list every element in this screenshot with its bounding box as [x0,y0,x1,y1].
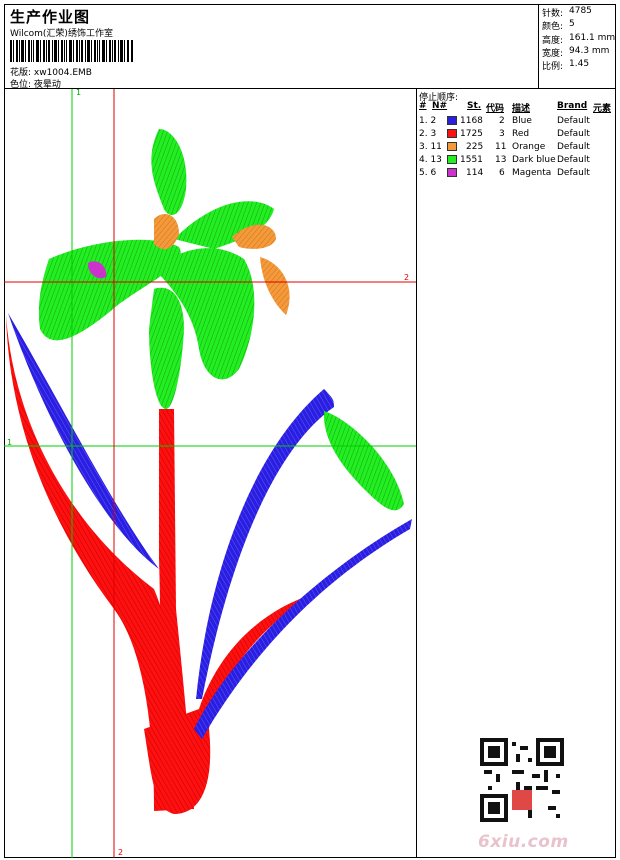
embroidery-preview: 1 1 2 2 [4,89,416,858]
row-code: 2 [499,116,505,126]
row-code: 11 [495,142,507,152]
table-row: 1. 2 1168 2 Blue Default [417,116,615,129]
row-code: 3 [499,129,505,139]
row-index: 5. 6 [419,168,437,178]
color-swatch [447,142,457,151]
color-swatch [447,168,457,177]
col-header-brand: Brand [557,101,588,111]
stat-label: 比例: [542,62,564,72]
studio-name: Wilcom(汇荣)绣饰工作室 [10,29,113,39]
color-swatch [447,155,457,164]
stat-label: 高度: [542,36,564,46]
row-stitches: 225 [466,142,484,152]
watermark: 6xiu.com [478,832,569,852]
petal-orange-3 [260,257,290,315]
stem-top-green [149,287,184,409]
qr-code [480,738,564,822]
row-index: 2. 3 [419,129,437,139]
row-index: 3. 11 [419,142,442,152]
table-row: 2. 3 1725 3 Red Default [417,129,615,142]
row-brand: Default [557,116,590,126]
guide-label-h2: 2 [404,273,409,282]
row-desc: Dark blue [512,155,556,165]
table-row: 3. 11 225 11 Orange Default [417,142,615,155]
guide-label-v2: 2 [118,848,123,857]
row-brand: Default [557,129,590,139]
row-stitches: 114 [466,168,484,178]
guide-label-h1: 1 [7,438,12,447]
row-desc: Red [512,129,530,139]
page-title: 生产作业图 [10,8,91,26]
stat-label: 颜色: [542,22,564,32]
row-index: 4. 13 [419,155,442,165]
bud-green [323,411,404,511]
header-block: 生产作业图 Wilcom(汇荣)绣饰工作室 花版: xw1004.EMB 色位:… [4,4,539,90]
row-code: 13 [495,155,507,165]
stat-width: 94.3 mm [569,46,610,56]
stat-scale: 1.45 [569,59,590,69]
row-stitches: 1725 [460,129,483,139]
row-desc: Magenta [512,168,552,178]
row-index: 1. 2 [419,116,437,126]
row-stitches: 1551 [460,155,483,165]
row-desc: Blue [512,116,532,126]
row-desc: Orange [512,142,546,152]
col-header-stitches: St. [467,101,482,111]
color-swatch [447,116,457,125]
stats-block: 针数: 4785 颜色: 5 高度: 161.1 mm 宽度: 94.3 mm … [539,4,616,89]
col-header-element: 元素 [593,104,612,114]
row-brand: Default [557,142,590,152]
stat-height: 161.1 mm [569,33,616,43]
petal-orange-1 [154,214,179,250]
stat-label: 宽度: [542,49,564,59]
col-header-desc: 描述 [512,104,531,114]
petal-top-green [151,129,187,215]
row-brand: Default [557,155,590,165]
leaf-right-blue [196,389,334,699]
stat-colors: 5 [569,19,575,29]
stat-stitches: 4785 [569,6,592,16]
col-header-index: # [419,101,427,111]
guide-label-v1: 1 [76,89,81,97]
row-stitches: 1168 [460,116,483,126]
stat-label: 针数: [542,9,564,19]
barcode [10,40,133,62]
table-row: 4. 13 1551 13 Dark blue Default [417,155,615,168]
color-swatch [447,129,457,138]
col-header-needle: N# [432,101,448,111]
row-code: 6 [499,168,505,178]
row-brand: Default [557,168,590,178]
table-row: 5. 6 114 6 Magenta Default [417,168,615,181]
col-header-code: 代码 [486,104,505,114]
